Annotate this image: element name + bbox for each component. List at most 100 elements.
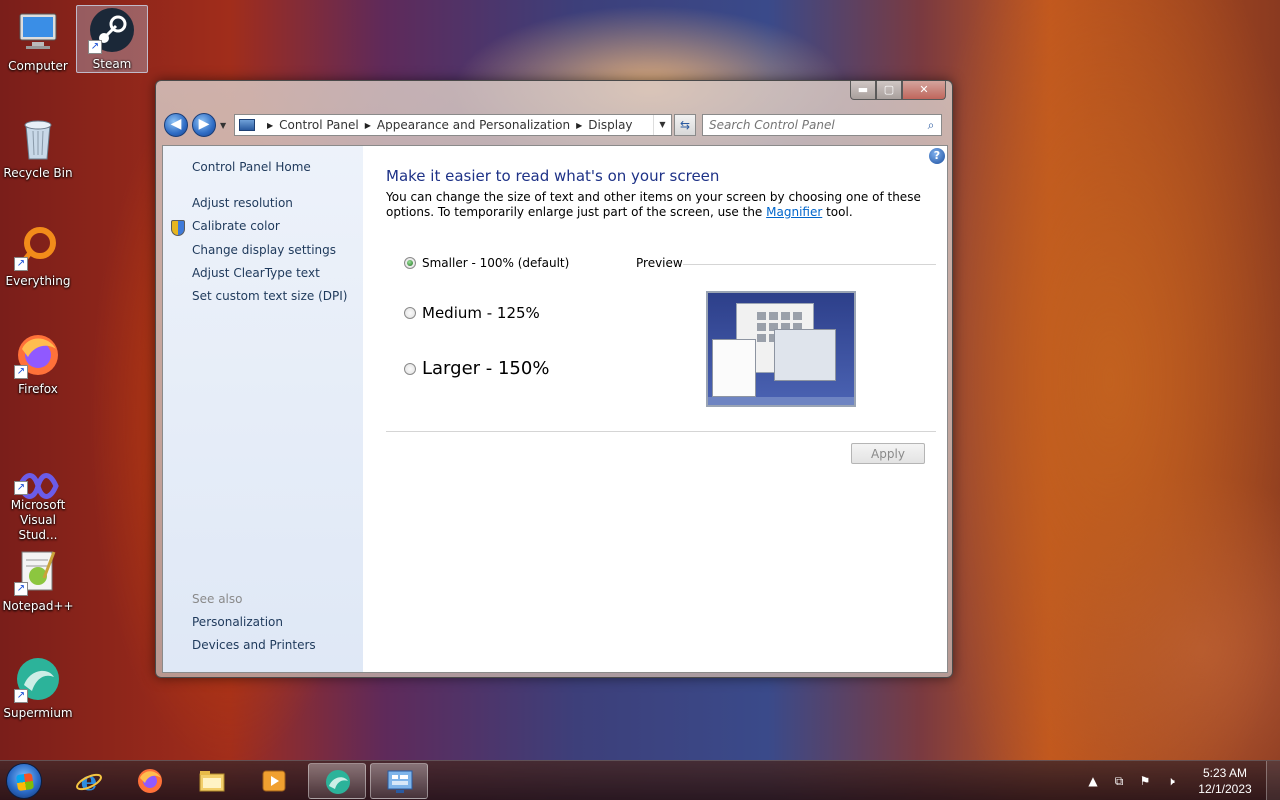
option-smaller[interactable]: Smaller - 100% (default)	[404, 256, 569, 270]
chevron-right-icon[interactable]: ▶	[365, 121, 371, 130]
address-bar[interactable]: ▶ Control Panel ▶ Appearance and Persona…	[234, 114, 672, 136]
shortcut-arrow-icon: ↗	[14, 257, 28, 271]
link-change-display-settings[interactable]: Change display settings	[192, 243, 336, 257]
link-personalization[interactable]: Personalization	[192, 615, 283, 629]
link-calibrate-color[interactable]: Calibrate color	[192, 219, 280, 233]
recycle-bin-icon	[14, 115, 62, 163]
page-description: You can change the size of text and othe…	[386, 190, 926, 220]
desktop-icon-computer[interactable]: Computer	[2, 8, 74, 74]
chevron-right-icon[interactable]: ▶	[267, 121, 273, 130]
taskbar-supermium[interactable]	[308, 763, 366, 799]
desktop-icon-notepadpp[interactable]: ↗ Notepad++	[2, 548, 74, 614]
navigation-bar: ◀ ▶ ▼ ▶ Control Panel ▶ Appearance and P…	[164, 111, 944, 139]
desktop-icon-recycle-bin[interactable]: Recycle Bin	[2, 115, 74, 181]
control-panel-icon	[387, 770, 413, 793]
shortcut-arrow-icon: ↗	[14, 481, 28, 495]
desktop-icon-label: Firefox	[18, 382, 58, 396]
address-dropdown-icon[interactable]: ▼	[653, 115, 671, 135]
clock-date: 12/1/2023	[1198, 782, 1252, 796]
link-adjust-resolution[interactable]: Adjust resolution	[192, 196, 293, 210]
breadcrumb-display[interactable]: Display	[588, 118, 632, 132]
radio-medium[interactable]	[404, 307, 416, 319]
taskbar-explorer[interactable]	[183, 763, 241, 799]
chevron-up-icon[interactable]: ▲	[1083, 774, 1103, 788]
radio-larger[interactable]	[404, 362, 416, 375]
volume-muted-icon[interactable]: 🕨	[1161, 774, 1181, 789]
svg-text:e: e	[81, 767, 98, 795]
forward-button[interactable]: ▶	[192, 113, 216, 137]
magnifier-link[interactable]: Magnifier	[766, 205, 822, 219]
option-label: Larger - 150%	[422, 358, 550, 379]
link-devices-and-printers[interactable]: Devices and Printers	[192, 638, 316, 652]
everything-icon: ↗	[14, 223, 62, 271]
desktop-icon-label: Steam	[92, 57, 132, 71]
control-panel-window: ▬ ▢ ✕ ◀ ▶ ▼ ▶ Control Panel ▶ Appearance…	[155, 80, 953, 678]
computer-icon	[14, 8, 62, 56]
content-area: Control Panel Home Adjust resolution Cal…	[162, 145, 948, 673]
apply-button[interactable]: Apply	[851, 443, 925, 464]
chevron-right-icon[interactable]: ▶	[576, 121, 582, 130]
show-desktop-button[interactable]	[1266, 761, 1280, 800]
shortcut-arrow-icon: ↗	[14, 582, 28, 596]
start-button[interactable]	[6, 763, 42, 799]
flag-icon[interactable]: ⚑	[1135, 774, 1155, 788]
recent-pages-dropdown[interactable]: ▼	[220, 121, 230, 130]
firefox-icon: ↗	[14, 331, 62, 379]
option-label: Medium - 125%	[422, 304, 540, 322]
clock[interactable]: 5:23 AM 12/1/2023	[1190, 765, 1260, 797]
radio-smaller[interactable]	[404, 257, 416, 269]
desktop-icon-steam[interactable]: ↗ Steam	[76, 5, 148, 73]
desktop-icon-label: Notepad++	[2, 599, 74, 613]
preview-divider	[683, 264, 936, 265]
refresh-button[interactable]: ⇆	[674, 114, 696, 136]
link-adjust-cleartype[interactable]: Adjust ClearType text	[192, 266, 320, 280]
page-title: Make it easier to read what's on your sc…	[386, 167, 720, 185]
clock-time: 5:23 AM	[1202, 766, 1248, 780]
search-box[interactable]: ⌕	[702, 114, 942, 136]
option-label: Smaller - 100% (default)	[422, 256, 570, 270]
minimize-button[interactable]: ▬	[850, 81, 876, 100]
control-panel-icon	[239, 119, 255, 131]
link-custom-text-size[interactable]: Set custom text size (DPI)	[192, 289, 347, 303]
help-icon[interactable]: ?	[929, 148, 945, 164]
back-button[interactable]: ◀	[164, 113, 188, 137]
taskbar-control-panel[interactable]	[370, 763, 428, 799]
breadcrumb-appearance[interactable]: Appearance and Personalization	[377, 118, 570, 132]
taskbar: e ▲ ⧉ ⚑ 🕨 5:23 AM 12/1/2023	[0, 760, 1280, 800]
breadcrumb-control-panel[interactable]: Control Panel	[279, 118, 359, 132]
uac-shield-icon	[171, 220, 185, 236]
search-icon[interactable]: ⌕	[921, 118, 941, 133]
preview-window	[712, 339, 756, 397]
search-input[interactable]	[709, 118, 921, 132]
taskbar-firefox[interactable]	[121, 763, 179, 799]
system-tray: ▲ ⧉ ⚑ 🕨 5:23 AM 12/1/2023	[1080, 761, 1280, 800]
close-button[interactable]: ✕	[902, 81, 946, 100]
network-icon[interactable]: ⧉	[1109, 774, 1129, 789]
desktop-icon-visual-studio[interactable]: ↗ Microsoft Visual Stud...	[2, 447, 74, 543]
desktop-icon-everything[interactable]: ↗ Everything	[2, 223, 74, 289]
shortcut-arrow-icon: ↗	[14, 365, 28, 379]
desktop-icon-label: Recycle Bin	[3, 166, 73, 180]
preview-window	[774, 329, 836, 381]
taskbar-ie[interactable]: e	[60, 763, 118, 799]
preview-image	[706, 291, 856, 407]
supermium-icon: ↗	[14, 655, 62, 703]
caption-buttons: ▬ ▢ ✕	[850, 81, 946, 100]
main-panel: ? Make it easier to read what's on your …	[363, 146, 947, 672]
desktop-icon-firefox[interactable]: ↗ Firefox	[2, 331, 74, 397]
taskbar-media-player[interactable]	[245, 763, 303, 799]
supermium-icon	[326, 770, 350, 794]
desktop-icon-supermium[interactable]: ↗ Supermium	[2, 655, 74, 721]
option-medium[interactable]: Medium - 125%	[404, 304, 540, 322]
link-control-panel-home[interactable]: Control Panel Home	[192, 160, 311, 174]
description-text-end: tool.	[822, 205, 853, 219]
internet-explorer-icon: e	[76, 767, 102, 795]
maximize-button[interactable]: ▢	[876, 81, 902, 100]
visual-studio-icon: ↗	[14, 447, 62, 499]
see-also-heading: See also	[192, 592, 243, 606]
task-pane: Control Panel Home Adjust resolution Cal…	[163, 146, 363, 672]
shortcut-arrow-icon: ↗	[88, 40, 102, 54]
steam-icon: ↗	[88, 6, 136, 54]
option-larger[interactable]: Larger - 150%	[404, 358, 549, 379]
preview-taskbar	[708, 397, 854, 405]
